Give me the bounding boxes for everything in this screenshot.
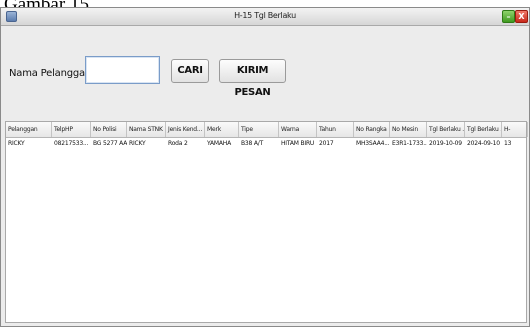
table-cell: Roda 2 (168, 140, 188, 147)
column-header[interactable]: No Rangka (354, 122, 390, 137)
title-bar[interactable]: H-15 Tgl Berlaku – X (1, 8, 529, 26)
table-cell: 2017 (319, 140, 334, 147)
table-cell: 08217533... (54, 140, 89, 147)
search-button[interactable]: CARI (171, 59, 209, 83)
send-message-button[interactable]: KIRIM PESAN (219, 59, 286, 98)
app-window: H-15 Tgl Berlaku – X Nama Pelanggan : CA… (0, 7, 530, 327)
table-row[interactable]: RICKY 08217533... BG 5277 AA RICKY Roda … (6, 138, 526, 151)
column-header[interactable]: Tgl Berlaku ... (465, 122, 502, 137)
table-cell: E3R1-1733... (392, 140, 427, 147)
customer-name-input[interactable] (85, 56, 160, 84)
table-cell: RICKY (8, 140, 25, 147)
table-cell: HITAM BIRU (281, 140, 315, 147)
table-cell: BG 5277 AA (93, 140, 127, 147)
column-header[interactable]: No Polisi (91, 122, 127, 137)
column-header[interactable]: H- (502, 122, 528, 137)
column-header[interactable]: Nama STNK (127, 122, 166, 137)
close-icon[interactable]: X (515, 10, 528, 23)
column-header[interactable]: Jenis Kend... (166, 122, 205, 137)
table-header: Pelanggan TelpHP No Polisi Nama STNK Jen… (6, 122, 528, 138)
table-cell: YAMAHA (207, 140, 232, 147)
column-header[interactable]: Merk (205, 122, 239, 137)
table-cell: 2024-09-10 (467, 140, 500, 147)
table-cell: B38 A/T (241, 140, 264, 147)
column-header[interactable]: Tgl Berlaku ... (427, 122, 465, 137)
column-header[interactable]: Tahun (317, 122, 354, 137)
column-header[interactable]: Pelanggan (6, 122, 52, 137)
column-header[interactable]: Tipe (239, 122, 279, 137)
table-cell: RICKY (129, 140, 146, 147)
column-header[interactable]: Warna (279, 122, 317, 137)
table-cell: 2019-10-09 (429, 140, 462, 147)
table-cell: MH3SAA4... (356, 140, 390, 147)
minimize-icon[interactable]: – (502, 10, 515, 23)
column-header[interactable]: TelpHP (52, 122, 91, 137)
results-table: Pelanggan TelpHP No Polisi Nama STNK Jen… (5, 121, 528, 323)
table-cell: 13 (504, 140, 512, 147)
column-header[interactable]: No Mesin (390, 122, 427, 137)
window-title: H-15 Tgl Berlaku (234, 11, 296, 20)
customer-name-label: Nama Pelanggan : (9, 68, 98, 79)
